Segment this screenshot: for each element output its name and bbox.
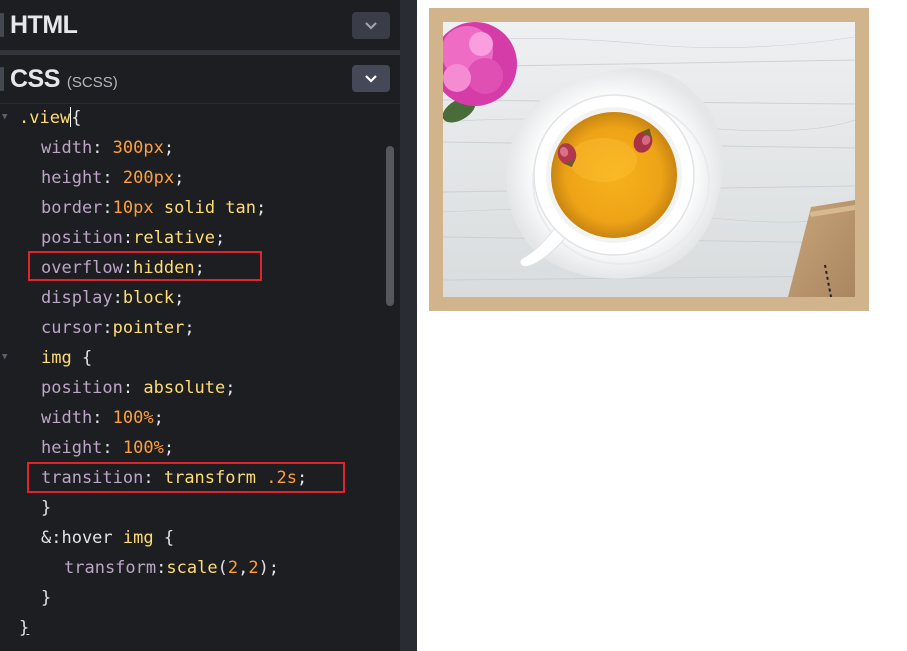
html-panel-collapse-button[interactable] bbox=[352, 12, 390, 39]
code-line: &:hover img { bbox=[41, 528, 175, 548]
fold-arrow-icon[interactable]: ▼ bbox=[2, 102, 7, 132]
panel-accent bbox=[0, 67, 4, 91]
editor-scrollbar[interactable] bbox=[386, 146, 394, 306]
code-line: ▼ img { bbox=[2, 343, 92, 373]
code-line: width: 100%; bbox=[41, 408, 164, 428]
tea-cup-illustration bbox=[443, 22, 855, 297]
editor-resize-gutter[interactable] bbox=[400, 0, 417, 651]
css-panel-collapse-button[interactable] bbox=[352, 65, 390, 92]
code-line: border:10px solid tan; bbox=[41, 198, 267, 218]
transition-highlight-box bbox=[27, 462, 345, 493]
code-line: ▼ .view{ bbox=[2, 103, 81, 133]
code-line: transform:scale(2,2); bbox=[64, 558, 280, 578]
code-line: } bbox=[41, 588, 52, 608]
css-panel-preprocessor: (SCSS) bbox=[66, 73, 118, 91]
chevron-down-icon bbox=[365, 22, 377, 30]
code-line: width: 300px; bbox=[41, 138, 175, 158]
html-panel-header[interactable]: HTML bbox=[0, 0, 400, 50]
code-line: position:relative; bbox=[41, 228, 226, 248]
css-code-area[interactable]: ▼ .view{ width: 300px; height: 200px; bor… bbox=[0, 103, 386, 651]
view-preview-frame[interactable] bbox=[429, 8, 869, 311]
panel-accent bbox=[0, 13, 4, 37]
css-panel-title: CSS bbox=[10, 64, 60, 93]
chevron-down-icon bbox=[365, 75, 377, 83]
fold-arrow-icon[interactable]: ▼ bbox=[2, 342, 7, 372]
overflow-highlight-box bbox=[28, 251, 262, 281]
code-line: height: 100%; bbox=[41, 438, 175, 458]
css-panel-header[interactable]: CSS (SCSS) bbox=[0, 55, 400, 104]
code-line: cursor:pointer; bbox=[41, 318, 195, 338]
html-panel-title: HTML bbox=[10, 10, 78, 39]
code-line: height: 200px; bbox=[41, 168, 185, 188]
code-line: } bbox=[41, 498, 52, 518]
tea-cup-image bbox=[443, 22, 855, 297]
code-line: display:block; bbox=[41, 288, 185, 308]
code-line: } bbox=[19, 618, 30, 638]
code-line: position: absolute; bbox=[41, 378, 236, 398]
